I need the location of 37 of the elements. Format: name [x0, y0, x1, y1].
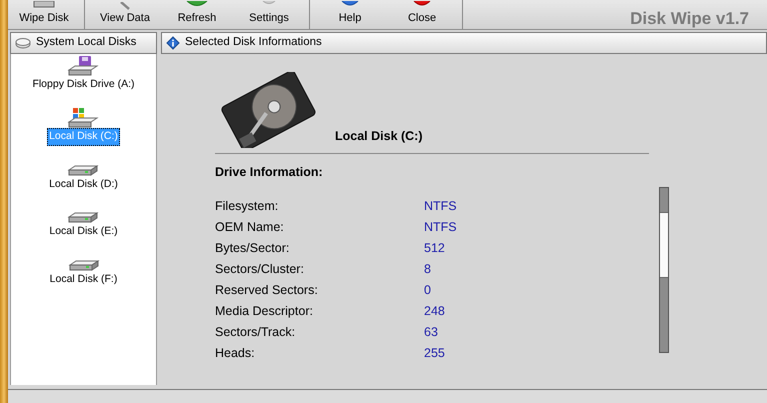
scrollbar[interactable]	[659, 186, 669, 353]
info-icon	[166, 36, 180, 50]
system-drive-icon	[67, 108, 100, 128]
drive-item[interactable]: Local Disk (D:)	[47, 160, 120, 194]
info-label: Media Descriptor:	[215, 302, 314, 320]
toolbar-button[interactable]: Wipe Disk	[8, 0, 80, 29]
info-label: Sectors/Cluster:	[215, 260, 305, 278]
panel-title: System Local Disks	[36, 35, 136, 50]
toolbar-button[interactable]: Help	[314, 0, 386, 29]
scroll-thumb[interactable]	[660, 212, 668, 278]
disk-name: Local Disk (C:)	[335, 128, 423, 146]
info-value: 0	[424, 282, 431, 299]
info-value: 63	[424, 324, 438, 341]
toolbar-button[interactable]: Close	[386, 0, 458, 29]
section-title: Drive Information:	[215, 164, 324, 181]
disks-icon	[15, 37, 31, 49]
info-value: NTFS	[424, 218, 457, 236]
toolbar-button[interactable]: View Data	[89, 0, 161, 29]
info-label: Filesystem:	[215, 198, 280, 215]
drive-item[interactable]: Local Disk (E:)	[47, 207, 120, 241]
info-value: NTFS	[424, 198, 457, 215]
info-label: Sectors/Track:	[215, 324, 296, 341]
info-value: 255	[424, 344, 445, 362]
info-label: Bytes/Sector:	[215, 240, 290, 257]
toolbar-button[interactable]: Settings	[233, 0, 305, 29]
app-title: Disk Wipe v1.7	[630, 10, 750, 29]
toolbar-button[interactable]: Refresh	[161, 0, 233, 29]
info-label: Reserved Sectors:	[215, 282, 319, 299]
info-label: OEM Name:	[215, 218, 285, 236]
info-value: 8	[424, 260, 431, 278]
info-value: 248	[424, 302, 445, 320]
floppy-drive-icon	[67, 56, 100, 76]
panel-title: Selected Disk Informations	[185, 35, 322, 50]
drive-item[interactable]: Local Disk (F:)	[48, 255, 120, 289]
info-value: 512	[424, 240, 445, 257]
info-label: Heads:	[215, 344, 256, 362]
drive-item[interactable]: Floppy Disk Drive (A:)	[30, 56, 137, 94]
